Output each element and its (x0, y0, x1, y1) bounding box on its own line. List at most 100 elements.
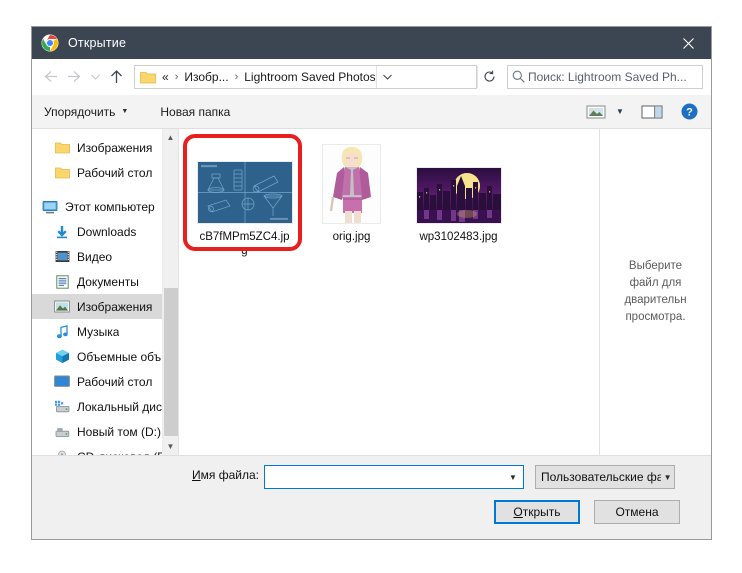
file-item[interactable]: wp3102483.jpg (405, 141, 512, 244)
view-caret-icon[interactable]: ▼ (611, 100, 629, 124)
preview-line: просмотра. (625, 311, 686, 323)
folder-icon (140, 70, 156, 84)
breadcrumb-separator: › (174, 70, 179, 83)
help-icon[interactable]: ? (675, 100, 703, 124)
filename-input[interactable]: ▼ (264, 465, 524, 489)
sidebar-item-videos[interactable]: Видео (32, 244, 178, 269)
breadcrumb-current-folder[interactable]: Lightroom Saved Photos (244, 70, 375, 84)
sidebar-item-pictures[interactable]: Изображения (32, 294, 178, 319)
chevron-down-icon: ▼ (121, 108, 129, 115)
documents-icon (54, 274, 70, 290)
sidebar-item-documents[interactable]: Документы (32, 269, 178, 294)
preview-pane-icon[interactable] (635, 100, 669, 124)
new-folder-button[interactable]: Новая папка (160, 105, 240, 119)
sidebar-item-label: Музыка (77, 324, 120, 339)
sidebar-item-pictures-quick[interactable]: Изображения (32, 135, 178, 160)
thumbnail (409, 145, 509, 223)
organize-button[interactable]: Упорядочить ▼ (44, 105, 138, 119)
sidebar-item-label: Локальный дис (77, 399, 162, 414)
file-item[interactable]: cB7fMPm5ZC4.jpg (191, 141, 298, 258)
chevron-down-icon[interactable]: ▼ (503, 473, 523, 482)
address-bar[interactable]: « › Изобр... › Lightroom Saved Photos (134, 64, 477, 89)
up-button[interactable] (104, 64, 128, 90)
breadcrumb: « › Изобр... › Lightroom Saved Photos (162, 70, 376, 84)
svg-text:?: ? (686, 107, 693, 119)
folder-icon (54, 140, 70, 156)
command-bar: Упорядочить ▼ Новая папка ▼ ? (32, 95, 711, 129)
pictures-icon (54, 299, 70, 315)
chrome-icon (41, 34, 59, 52)
breadcrumb-separator: › (234, 70, 239, 83)
breadcrumb-root[interactable]: « (162, 70, 169, 84)
preview-pane: Выберите файл для дварительн просмотра. (599, 129, 711, 455)
new-folder-label: Новая папка (160, 104, 231, 119)
scrollbar-track[interactable] (163, 146, 179, 438)
filename-label: Имя файла: (192, 468, 259, 482)
sidebar-item-desktop[interactable]: Рабочий стол (32, 369, 178, 394)
sidebar-item-label: Видео (77, 249, 113, 264)
sidebar-item-music[interactable]: Музыка (32, 319, 178, 344)
cancel-button-label: Отмена (615, 505, 659, 519)
sidebar-item-label: Объемные объ (77, 349, 162, 364)
blueprint-lab-thumb (197, 162, 292, 223)
breadcrumb-pictures[interactable]: Изобр... (184, 70, 228, 84)
filetype-select[interactable]: Пользовательские файлы (*.jp ▼ (535, 465, 675, 489)
sidebar-item-3d-objects[interactable]: Объемные объ (32, 344, 178, 369)
open-button[interactable]: Открыть (494, 500, 580, 524)
thumbnail (195, 145, 295, 223)
sidebar-item-label: Документы (77, 274, 139, 289)
file-item[interactable]: orig.jpg (298, 141, 405, 244)
organize-label: Упорядочить (44, 104, 116, 119)
chevron-down-icon[interactable]: ▼ (661, 473, 674, 482)
back-button[interactable] (38, 64, 62, 90)
view-controls: ▼ ? (581, 100, 703, 124)
sidebar-item-downloads[interactable]: Downloads (32, 219, 178, 244)
sidebar-item-desktop-quick[interactable]: Рабочий стол (32, 160, 178, 185)
refresh-button[interactable] (477, 65, 501, 88)
thumbnail (302, 145, 402, 223)
sidebar-item-label: Новый том (D:) (77, 424, 161, 439)
file-list[interactable]: cB7fMPm5ZC4.jpg orig.jpg wp3102483.jpg (179, 129, 599, 455)
dialog-footer: Имя файла: ▼ Пользовательские файлы (*.j… (32, 455, 711, 539)
filename-label-accel: И (192, 468, 201, 482)
sidebar-item-label: Рабочий стол (77, 165, 153, 180)
sidebar-item-local-disk-c[interactable]: Локальный дис (32, 394, 178, 419)
sidebar-item-label: Downloads (77, 224, 137, 239)
scroll-down-icon[interactable]: ▼ (163, 438, 179, 455)
filetype-value: Пользовательские файлы (*.jp (541, 470, 662, 484)
filename-label-rest: мя файла: (200, 468, 259, 482)
desktop-icon (54, 374, 70, 390)
view-icon[interactable] (581, 100, 611, 124)
scrollbar-thumb[interactable] (163, 288, 178, 436)
recent-locations-button[interactable] (86, 64, 104, 90)
sidebar-item-cd-drive-f[interactable]: CD-дисковод (F (32, 444, 178, 455)
preview-placeholder-text: Выберите файл для дварительн просмотра. (624, 258, 686, 326)
dialog-body: Изображения Рабочий стол Этот компьютер … (32, 129, 711, 455)
close-button[interactable] (665, 27, 711, 59)
preview-line: Выберите (628, 260, 683, 272)
computer-icon (42, 199, 58, 215)
local-disk-icon (54, 424, 70, 440)
scroll-up-icon[interactable]: ▲ (163, 129, 179, 146)
navigation-bar: « › Изобр... › Lightroom Saved Photos По… (32, 59, 711, 95)
navigation-sidebar: Изображения Рабочий стол Этот компьютер … (32, 129, 178, 455)
sidebar-item-label: Этот компьютер (65, 199, 155, 214)
cancel-button[interactable]: Отмена (594, 500, 680, 524)
music-icon (54, 324, 70, 340)
search-box[interactable]: Поиск: Lightroom Saved Ph... (507, 64, 703, 89)
preview-line: файл для (629, 277, 682, 289)
address-dropdown-button[interactable] (375, 65, 398, 88)
search-input[interactable]: Поиск: Lightroom Saved Ph... (528, 70, 687, 84)
screenshot-root: Открытие « › Изобр... › Lightroom Saved … (0, 0, 742, 573)
open-button-rest: ткрыть (522, 505, 561, 519)
sidebar-item-this-pc[interactable]: Этот компьютер (32, 194, 178, 219)
local-disk-icon (54, 399, 70, 415)
window-title: Открытие (68, 36, 127, 50)
sidebar-scrollbar[interactable]: ▲ ▼ (162, 129, 178, 455)
dialog-buttons: Открыть Отмена (494, 500, 680, 524)
sidebar-item-new-volume-d[interactable]: Новый том (D:) (32, 419, 178, 444)
file-name: orig.jpg (332, 231, 371, 243)
sidebar-item-label: Изображения (77, 299, 153, 314)
forward-button[interactable] (62, 64, 86, 90)
portrait-thumb (323, 145, 380, 223)
